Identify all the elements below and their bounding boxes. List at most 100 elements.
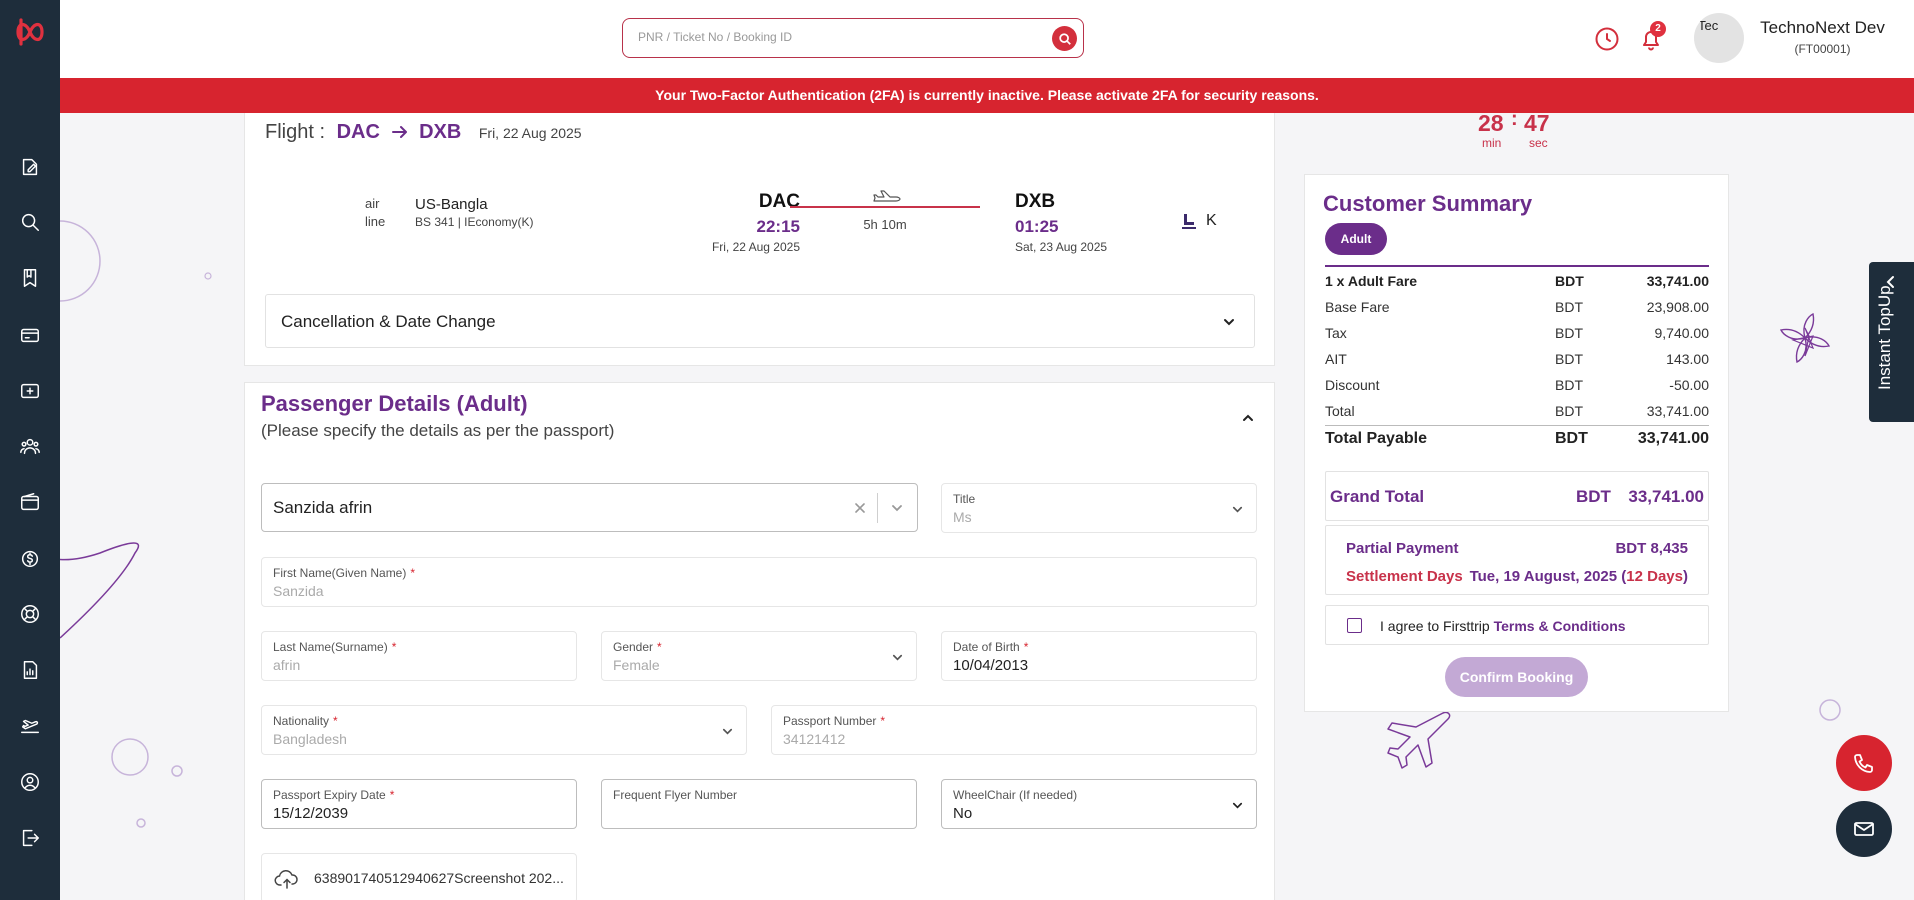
user-name[interactable]: TechnoNext Dev (1750, 18, 1895, 38)
grand-total-amount: 33,741.00 (1628, 487, 1704, 506)
total-payable-row: Total Payable BDT 33,741.00 (1325, 430, 1709, 447)
gender-value: Female (613, 657, 660, 673)
departure-code: DAC (758, 191, 800, 212)
saved-traveller-select[interactable]: Sanzida afrin (261, 483, 918, 532)
partial-payment-label: Partial Payment (1346, 540, 1459, 557)
notification-badge: 2 (1650, 21, 1666, 37)
chevron-up-icon[interactable] (1241, 411, 1255, 425)
customer-summary-card: Customer Summary Adult 1 x Adult Fare BDT… (1304, 174, 1729, 712)
chevron-down-icon (892, 654, 903, 661)
departure-time: 22:15 (756, 217, 800, 236)
grand-total-label: Grand Total (1330, 487, 1425, 506)
settlement-days-label: Settlement Days (1346, 568, 1463, 585)
user-profile-icon[interactable] (18, 770, 42, 794)
confirm-booking-button[interactable]: Confirm Booking (1445, 657, 1588, 697)
cancellation-date-change-toggle[interactable]: Cancellation & Date Change (265, 294, 1255, 348)
passport-number-label: Passport Number * (783, 714, 886, 728)
report-chart-icon[interactable] (18, 658, 42, 682)
first-name-value: Sanzida (273, 583, 324, 599)
flight-number-class: BS 341 | IEconomy(K) (415, 215, 534, 229)
edit-document-icon[interactable] (18, 155, 42, 179)
search-icon[interactable] (18, 210, 42, 234)
wheelchair-select[interactable]: WheelChair (If needed) No (941, 779, 1257, 829)
passport-number-field[interactable]: Passport Number * 34121412 (771, 705, 1257, 755)
dob-value: 10/04/2013 (953, 657, 1029, 674)
history-icon[interactable] (1594, 26, 1620, 52)
search-button[interactable] (1052, 26, 1077, 51)
fare-row: Total BDT 33,741.00 (1325, 403, 1709, 419)
timer-min-label: min (1482, 136, 1502, 150)
booking-class: K (1206, 212, 1217, 229)
flight-duration: 5h 10m (863, 217, 907, 232)
instant-topup-tab[interactable]: Instant TopUp (1869, 262, 1914, 422)
close-icon[interactable] (852, 500, 868, 516)
firsttrip-logo[interactable] (12, 14, 48, 50)
chevron-down-icon (1224, 319, 1234, 326)
search-input[interactable] (638, 19, 1038, 55)
logout-icon[interactable] (18, 826, 42, 850)
flight-label: Flight : (265, 121, 326, 143)
bookmark-book-icon[interactable] (18, 266, 42, 290)
flight-date: Fri, 22 Aug 2025 (478, 125, 582, 141)
cancellation-label: Cancellation & Date Change (281, 312, 496, 331)
gender-select[interactable]: Gender * Female (601, 631, 917, 681)
search-icon (1058, 32, 1071, 45)
last-name-value: afrin (273, 657, 301, 673)
flight-takeoff-icon[interactable] (18, 714, 42, 738)
frequent-flyer-field[interactable]: Frequent Flyer Number (601, 779, 917, 829)
timer-minutes: 28 (1478, 110, 1504, 136)
fare-row: 1 x Adult Fare BDT 33,741.00 (1325, 273, 1709, 289)
passport-upload[interactable]: 638901740512940627Screenshot 202... (261, 853, 577, 900)
dollar-cycle-icon[interactable] (18, 546, 42, 570)
passport-expiry-field[interactable]: Passport Expiry Date * 15/12/2039 (261, 779, 577, 829)
call-button[interactable] (1836, 735, 1892, 791)
money-add-icon[interactable] (18, 379, 42, 403)
passenger-details-card: Passenger Details (Adult) (Please specif… (244, 382, 1275, 900)
first-name-field[interactable]: First Name(Given Name) * Sanzida (261, 557, 1257, 607)
passport-number-value: 34121412 (783, 731, 846, 747)
flight-destination: DXB (419, 121, 462, 143)
title-select[interactable]: Title Ms (941, 483, 1257, 533)
instant-topup-label: Instant TopUp (1875, 285, 1894, 390)
frequent-flyer-label: Frequent Flyer Number (613, 788, 738, 802)
uploaded-filename: 638901740512940627Screenshot 202... (314, 870, 564, 886)
divider (877, 493, 878, 523)
phone-icon (1854, 754, 1873, 773)
date-of-birth-field[interactable]: Date of Birth * 10/04/2013 (941, 631, 1257, 681)
last-name-field[interactable]: Last Name(Surname) * afrin (261, 631, 577, 681)
chevron-down-icon[interactable] (890, 501, 904, 515)
partial-payment-box: Partial Payment BDT 8,435 Settlement Day… (1325, 525, 1709, 595)
arrival-code: DXB (1015, 191, 1056, 212)
terms-checkbox[interactable] (1347, 618, 1362, 633)
dob-label: Date of Birth * (953, 640, 1029, 654)
tab-underline (1325, 265, 1709, 267)
passenger-section-subtitle: (Please specify the details as per the p… (261, 421, 615, 440)
terms-agreement: I agree to Firsttrip Terms & Conditions (1325, 605, 1709, 645)
card-icon[interactable] (18, 323, 42, 347)
timer-colon: : (1511, 108, 1518, 130)
chevron-down-icon (722, 728, 733, 735)
airline-name: US-Bangla (415, 196, 488, 213)
nationality-select[interactable]: Nationality * Bangladesh (261, 705, 747, 755)
grand-total-currency: BDT (1576, 487, 1611, 506)
wallet-icon[interactable] (18, 490, 42, 514)
support-lifebuoy-icon[interactable] (18, 602, 42, 626)
gender-label: Gender * (613, 640, 662, 654)
settlement-date: Tue, 19 August, 2025 (12 Days) (1469, 568, 1688, 585)
team-icon[interactable] (18, 434, 42, 458)
title-value: Ms (953, 509, 972, 525)
seat-icon (1182, 214, 1196, 229)
flight-title: Flight : DAC DXB Fri, 22 Aug 2025 (265, 121, 582, 144)
email-button[interactable] (1836, 801, 1892, 857)
terms-link[interactable]: Terms & Conditions (1494, 618, 1626, 634)
twofa-alert-banner: Your Two-Factor Authentication (2FA) is … (60, 78, 1914, 113)
flight-origin: DAC (336, 121, 380, 143)
chevron-down-icon (1232, 802, 1243, 809)
partial-payment-value: BDT 8,435 (1615, 540, 1688, 557)
airplane-icon (873, 190, 901, 202)
flight-summary-card: Flight : DAC DXB Fri, 22 Aug 2025 air li… (244, 113, 1275, 366)
summary-title: Customer Summary (1323, 191, 1533, 216)
tab-adult[interactable]: Adult (1325, 223, 1387, 255)
airline-logo: air line (365, 196, 386, 229)
avatar[interactable]: Tec (1694, 13, 1744, 63)
